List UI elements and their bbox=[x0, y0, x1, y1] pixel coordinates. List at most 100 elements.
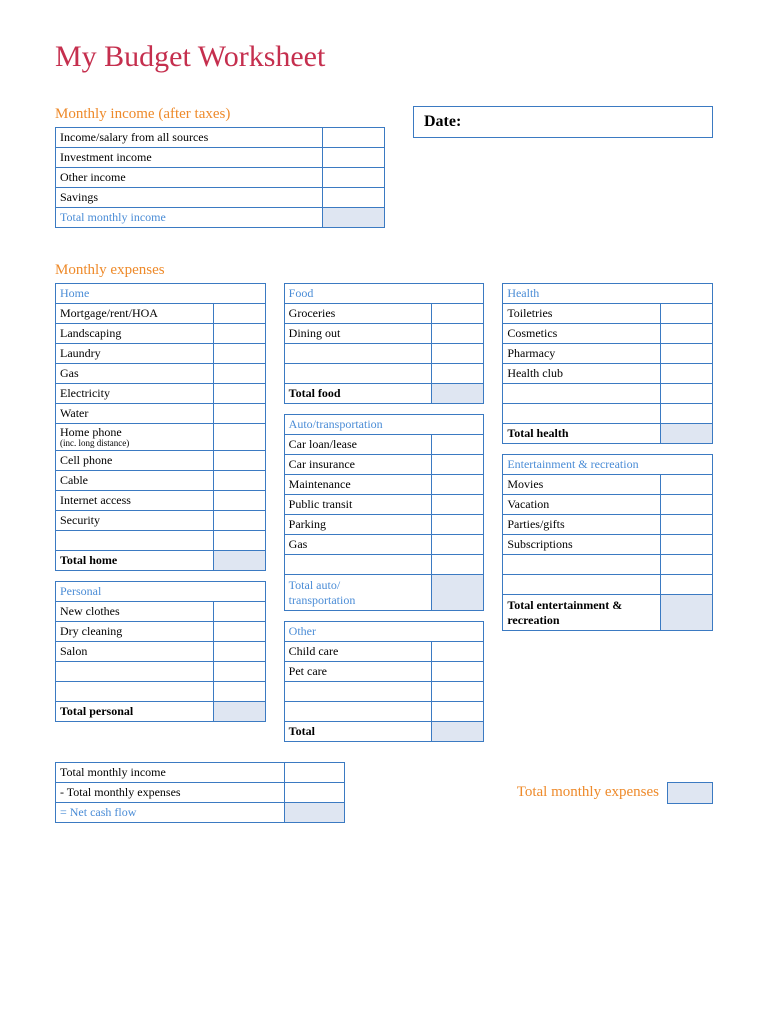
other-total-value[interactable] bbox=[432, 722, 484, 742]
other-value[interactable] bbox=[432, 682, 484, 702]
total-expenses: Total monthly expenses bbox=[517, 782, 713, 804]
auto-value[interactable] bbox=[432, 555, 484, 575]
health-header: Health bbox=[503, 284, 713, 304]
home-value[interactable] bbox=[213, 384, 265, 404]
personal-value[interactable] bbox=[213, 622, 265, 642]
auto-value[interactable] bbox=[432, 535, 484, 555]
health-value[interactable] bbox=[660, 364, 712, 384]
ent-value[interactable] bbox=[660, 535, 712, 555]
summary-row: Total monthly income bbox=[56, 763, 285, 783]
health-value[interactable] bbox=[660, 304, 712, 324]
food-value[interactable] bbox=[432, 344, 484, 364]
other-row: Pet care bbox=[284, 662, 432, 682]
home-value[interactable] bbox=[213, 471, 265, 491]
income-value[interactable] bbox=[323, 188, 385, 208]
home-value[interactable] bbox=[213, 364, 265, 384]
ent-value[interactable] bbox=[660, 555, 712, 575]
income-value[interactable] bbox=[323, 168, 385, 188]
health-total-label: Total health bbox=[503, 424, 661, 444]
health-blank[interactable] bbox=[503, 384, 661, 404]
other-value[interactable] bbox=[432, 702, 484, 722]
ent-row: Movies bbox=[503, 475, 661, 495]
auto-blank[interactable] bbox=[284, 555, 432, 575]
summary-net-value[interactable] bbox=[285, 803, 345, 823]
home-value[interactable] bbox=[213, 344, 265, 364]
ent-blank[interactable] bbox=[503, 575, 661, 595]
auto-value[interactable] bbox=[432, 435, 484, 455]
date-field[interactable]: Date: bbox=[413, 106, 713, 138]
personal-blank[interactable] bbox=[56, 662, 214, 682]
home-value[interactable] bbox=[213, 424, 265, 451]
income-heading: Monthly income (after taxes) bbox=[55, 106, 385, 123]
auto-row: Car loan/lease bbox=[284, 435, 432, 455]
auto-value[interactable] bbox=[432, 455, 484, 475]
other-row: Child care bbox=[284, 642, 432, 662]
home-row: Internet access bbox=[56, 491, 214, 511]
income-total-value[interactable] bbox=[323, 208, 385, 228]
ent-total-value[interactable] bbox=[660, 595, 712, 631]
ent-value[interactable] bbox=[660, 475, 712, 495]
home-value[interactable] bbox=[213, 304, 265, 324]
health-value[interactable] bbox=[660, 384, 712, 404]
income-value[interactable] bbox=[323, 128, 385, 148]
income-value[interactable] bbox=[323, 148, 385, 168]
auto-value[interactable] bbox=[432, 495, 484, 515]
health-value[interactable] bbox=[660, 344, 712, 364]
auto-value[interactable] bbox=[432, 475, 484, 495]
food-total-value[interactable] bbox=[432, 384, 484, 404]
ent-blank[interactable] bbox=[503, 555, 661, 575]
home-row: Cell phone bbox=[56, 451, 214, 471]
auto-total-label: Total auto/ transportation bbox=[284, 575, 432, 611]
food-value[interactable] bbox=[432, 324, 484, 344]
other-blank[interactable] bbox=[284, 702, 432, 722]
personal-row: New clothes bbox=[56, 602, 214, 622]
health-value[interactable] bbox=[660, 404, 712, 424]
home-value[interactable] bbox=[213, 511, 265, 531]
auto-total-value[interactable] bbox=[432, 575, 484, 611]
home-value[interactable] bbox=[213, 531, 265, 551]
home-value[interactable] bbox=[213, 404, 265, 424]
ent-value[interactable] bbox=[660, 515, 712, 535]
ent-value[interactable] bbox=[660, 575, 712, 595]
food-total-label: Total food bbox=[284, 384, 432, 404]
food-blank[interactable] bbox=[284, 344, 432, 364]
personal-row: Salon bbox=[56, 642, 214, 662]
summary-value[interactable] bbox=[285, 763, 345, 783]
home-value[interactable] bbox=[213, 491, 265, 511]
total-expenses-value[interactable] bbox=[667, 782, 713, 804]
personal-total-value[interactable] bbox=[213, 702, 265, 722]
auto-value[interactable] bbox=[432, 515, 484, 535]
summary-value[interactable] bbox=[285, 783, 345, 803]
health-value[interactable] bbox=[660, 324, 712, 344]
health-total-value[interactable] bbox=[660, 424, 712, 444]
food-header: Food bbox=[284, 284, 484, 304]
other-blank[interactable] bbox=[284, 682, 432, 702]
home-total-value[interactable] bbox=[213, 551, 265, 571]
personal-value[interactable] bbox=[213, 662, 265, 682]
home-row: Gas bbox=[56, 364, 214, 384]
personal-value[interactable] bbox=[213, 602, 265, 622]
personal-row: Dry cleaning bbox=[56, 622, 214, 642]
other-value[interactable] bbox=[432, 662, 484, 682]
health-blank[interactable] bbox=[503, 404, 661, 424]
ent-header: Entertainment & recreation bbox=[503, 455, 713, 475]
page-title: My Budget Worksheet bbox=[55, 40, 713, 74]
personal-value[interactable] bbox=[213, 642, 265, 662]
summary-table: Total monthly income - Total monthly exp… bbox=[55, 762, 345, 823]
food-row: Dining out bbox=[284, 324, 432, 344]
home-row: Landscaping bbox=[56, 324, 214, 344]
food-value[interactable] bbox=[432, 304, 484, 324]
personal-value[interactable] bbox=[213, 682, 265, 702]
ent-value[interactable] bbox=[660, 495, 712, 515]
home-blank[interactable] bbox=[56, 531, 214, 551]
home-row: Laundry bbox=[56, 344, 214, 364]
home-table: Home Mortgage/rent/HOA Landscaping Laund… bbox=[55, 283, 266, 571]
home-value[interactable] bbox=[213, 324, 265, 344]
personal-blank[interactable] bbox=[56, 682, 214, 702]
food-blank[interactable] bbox=[284, 364, 432, 384]
food-value[interactable] bbox=[432, 364, 484, 384]
home-row: Security bbox=[56, 511, 214, 531]
auto-header: Auto/transportation bbox=[284, 415, 484, 435]
home-value[interactable] bbox=[213, 451, 265, 471]
other-value[interactable] bbox=[432, 642, 484, 662]
